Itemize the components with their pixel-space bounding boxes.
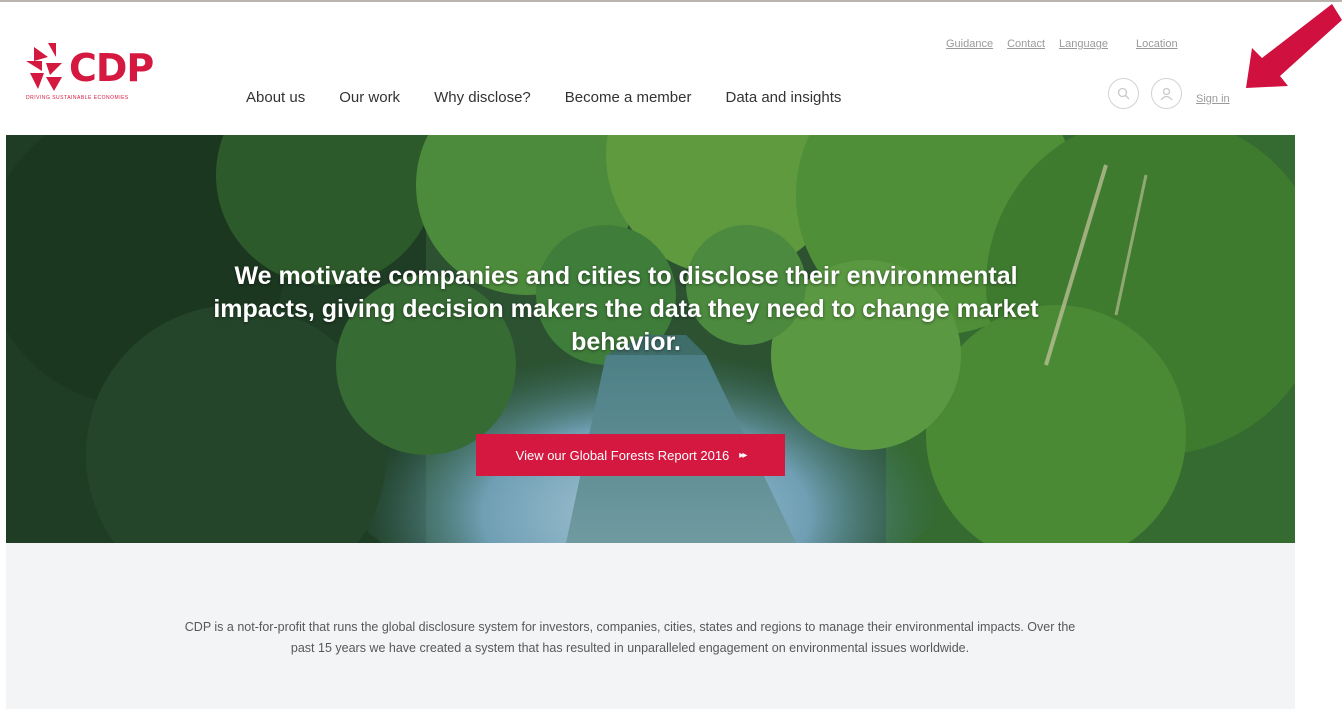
hero-headline: We motivate companies and cities to disc…: [213, 262, 1039, 356]
sign-in-link[interactable]: Sign in: [1196, 93, 1230, 105]
util-contact-link[interactable]: Contact: [1007, 38, 1045, 50]
intro-text: CDP is a not-for-profit that runs the gl…: [184, 620, 1076, 655]
global-forests-report-button[interactable]: View our Global Forests Report 2016 ▸▸: [476, 434, 785, 476]
nav-why-disclose[interactable]: Why disclose?: [434, 89, 531, 106]
util-language-link[interactable]: Language: [1059, 38, 1108, 50]
top-border: [0, 0, 1342, 11]
cdp-logo[interactable]: CDP DRIVING SUSTAINABLE ECONOMIES: [26, 43, 168, 115]
nav-about-us[interactable]: About us: [246, 89, 305, 106]
nav-data-and-insights[interactable]: Data and insights: [725, 89, 841, 106]
util-guidance-link[interactable]: Guidance: [946, 38, 993, 50]
cta-label: View our Global Forests Report 2016: [515, 447, 730, 463]
double-chevron-right-icon: ▸▸: [739, 449, 747, 461]
intro-section: CDP is a not-for-profit that runs the gl…: [6, 543, 1295, 709]
util-location-link[interactable]: Location: [1136, 38, 1178, 50]
site-header: CDP DRIVING SUSTAINABLE ECONOMIES Guidan…: [0, 11, 1342, 135]
nav-become-a-member[interactable]: Become a member: [565, 89, 692, 106]
cdp-logo-mark-icon: [26, 43, 62, 91]
logo-wordmark: CDP: [69, 46, 154, 90]
nav-our-work[interactable]: Our work: [339, 89, 400, 106]
utility-nav: Guidance Contact Language Location: [946, 38, 1178, 50]
logo-tagline: DRIVING SUSTAINABLE ECONOMIES: [26, 95, 129, 101]
hero-banner: We motivate companies and cities to disc…: [6, 135, 1295, 543]
search-icon: [1117, 87, 1130, 100]
account-button[interactable]: [1151, 78, 1182, 109]
user-icon: [1160, 87, 1173, 100]
red-arrow-annotation-icon: [1246, 4, 1342, 88]
search-button[interactable]: [1108, 78, 1139, 109]
main-nav: About us Our work Why disclose? Become a…: [246, 89, 875, 106]
